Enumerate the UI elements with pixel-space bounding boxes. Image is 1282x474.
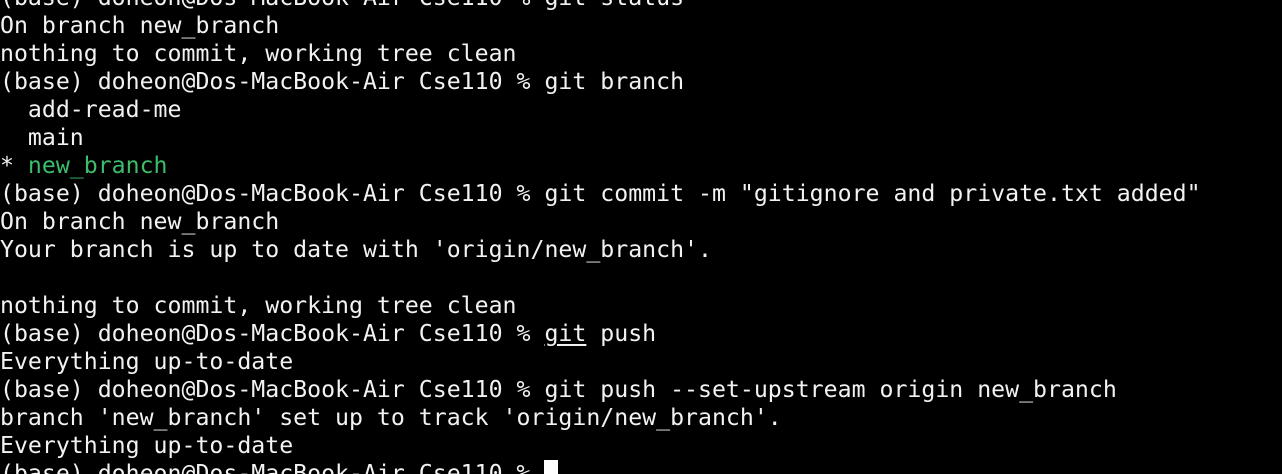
terminal-text: nothing to commit, working tree clean — [0, 40, 517, 67]
terminal-text: push — [586, 320, 657, 347]
terminal-text: git — [544, 320, 587, 347]
terminal-line: nothing to commit, working tree clean — [0, 40, 1282, 68]
terminal-line: Everything up-to-date — [0, 432, 1282, 460]
terminal-text: On branch new_branch — [0, 208, 280, 235]
terminal-line: branch 'new_branch' set up to track 'ori… — [0, 404, 1282, 432]
terminal-line: On branch new_branch — [0, 208, 1282, 236]
terminal-text: nothing to commit, working tree clean — [0, 292, 517, 319]
terminal-line: * new_branch — [0, 152, 1282, 180]
terminal-text: * — [0, 152, 28, 179]
terminal-text: Everything up-to-date — [0, 348, 294, 375]
terminal-line: (base) doheon@Dos-MacBook-Air Cse110 % g… — [0, 320, 1282, 348]
terminal-text: (base) doheon@Dos-MacBook-Air Cse110 % g… — [0, 180, 1201, 207]
terminal-line: (base) doheon@Dos-MacBook-Air Cse110 % — [0, 460, 1282, 474]
terminal-line: nothing to commit, working tree clean — [0, 292, 1282, 320]
terminal-text: (base) doheon@Dos-MacBook-Air Cse110 % — [0, 460, 545, 474]
terminal-line: main — [0, 124, 1282, 152]
terminal-line: (base) doheon@Dos-MacBook-Air Cse110 % g… — [0, 0, 1282, 12]
terminal-line: Your branch is up to date with 'origin/n… — [0, 236, 1282, 264]
terminal-line: (base) doheon@Dos-MacBook-Air Cse110 % g… — [0, 68, 1282, 96]
terminal-text: add-read-me — [0, 96, 182, 123]
terminal-text: (base) doheon@Dos-MacBook-Air Cse110 % — [0, 320, 545, 347]
terminal-text: On branch new_branch — [0, 12, 280, 39]
terminal-text: main — [0, 124, 84, 151]
terminal-text: (base) doheon@Dos-MacBook-Air Cse110 % g… — [0, 68, 685, 95]
terminal-text: Your branch is up to date with 'origin/n… — [0, 236, 712, 263]
terminal-line: (base) doheon@Dos-MacBook-Air Cse110 % g… — [0, 376, 1282, 404]
terminal-line: On branch new_branch — [0, 12, 1282, 40]
terminal-output[interactable]: (base) doheon@Dos-MacBook-Air Cse110 % g… — [0, 0, 1282, 474]
terminal-line: add-read-me — [0, 96, 1282, 124]
terminal-line: Everything up-to-date — [0, 348, 1282, 376]
current-branch-text: new_branch — [27, 152, 168, 179]
terminal-text: branch 'new_branch' set up to track 'ori… — [0, 404, 782, 431]
terminal-line: (base) doheon@Dos-MacBook-Air Cse110 % g… — [0, 180, 1282, 208]
terminal-text: (base) doheon@Dos-MacBook-Air Cse110 % g… — [0, 0, 684, 11]
terminal-text: Everything up-to-date — [0, 432, 294, 459]
terminal-text: (base) doheon@Dos-MacBook-Air Cse110 % g… — [0, 376, 1117, 403]
text-cursor — [544, 460, 559, 474]
